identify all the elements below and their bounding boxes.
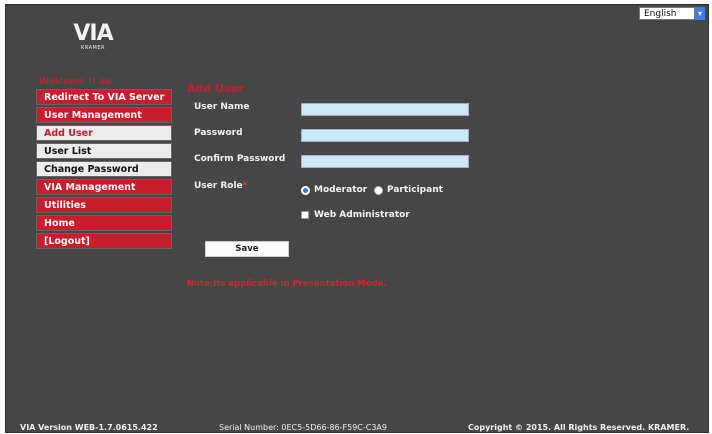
role-moderator-label: Moderator	[314, 185, 368, 195]
sidebar-item-logout[interactable]: [Logout]	[36, 233, 172, 249]
radio-unselected-icon[interactable]	[374, 185, 383, 195]
sidebar-item-utilities[interactable]: Utilities	[36, 197, 172, 213]
chevron-down-icon[interactable]: ▾	[695, 7, 705, 20]
save-button[interactable]: Save	[205, 241, 289, 257]
welcome-message: Welcome !! aa	[39, 77, 112, 87]
confirm-password-label: Confirm Password	[194, 154, 286, 164]
user-role-text: User Role	[194, 181, 243, 191]
web-admin-checkbox[interactable]	[301, 211, 309, 219]
sidebar-item-add-user[interactable]: Add User	[36, 125, 172, 141]
password-label: Password	[194, 128, 243, 138]
required-marker: *	[242, 181, 248, 191]
language-value: English	[639, 7, 695, 20]
role-participant-option[interactable]: Participant	[374, 185, 443, 195]
sidebar-item-change-password[interactable]: Change Password	[36, 161, 172, 177]
copyright-text: Copyright © 2015. All Rights Reserved. K…	[468, 423, 690, 432]
sidebar-menu: Redirect To VIA Server User Management A…	[36, 89, 172, 251]
sidebar-item-home[interactable]: Home	[36, 215, 172, 231]
version-text: VIA Version WEB-1.7.0615.422	[20, 423, 158, 432]
password-field[interactable]	[301, 129, 469, 142]
username-label: User Name	[194, 102, 250, 112]
web-admin-label: Web Administrator	[314, 210, 410, 220]
user-role-label: User Role*	[194, 181, 247, 191]
confirm-password-field[interactable]	[301, 155, 469, 168]
note-text: Note:Its applicable in Presentation Mode…	[187, 279, 387, 289]
serial-number-text: Serial Number: 0EC5-5D66-86-F59C-C3A9	[219, 423, 387, 432]
page-title: Add User	[187, 82, 244, 95]
language-select[interactable]: English ▾	[639, 7, 705, 20]
logo-via-text: VIA	[73, 21, 113, 46]
footer-bar: VIA Version WEB-1.7.0615.422 Serial Numb…	[6, 422, 708, 434]
sidebar-item-redirect[interactable]: Redirect To VIA Server	[36, 89, 172, 105]
sidebar-item-via-management[interactable]: VIA Management	[36, 179, 172, 195]
kramer-via-logo: VIA KRAMER	[70, 23, 116, 53]
username-field[interactable]	[301, 103, 469, 116]
role-participant-label: Participant	[387, 185, 443, 195]
radio-selected-icon[interactable]	[301, 185, 310, 195]
web-admin-option[interactable]: Web Administrator	[301, 210, 410, 220]
app-frame: English ▾ VIA KRAMER Welcome !! aa Redir…	[5, 4, 709, 433]
role-moderator-option[interactable]: Moderator	[301, 185, 367, 195]
sidebar-item-user-management[interactable]: User Management	[36, 107, 172, 123]
sidebar-item-user-list[interactable]: User List	[36, 143, 172, 159]
logo-kramer-text: KRAMER	[81, 45, 105, 51]
